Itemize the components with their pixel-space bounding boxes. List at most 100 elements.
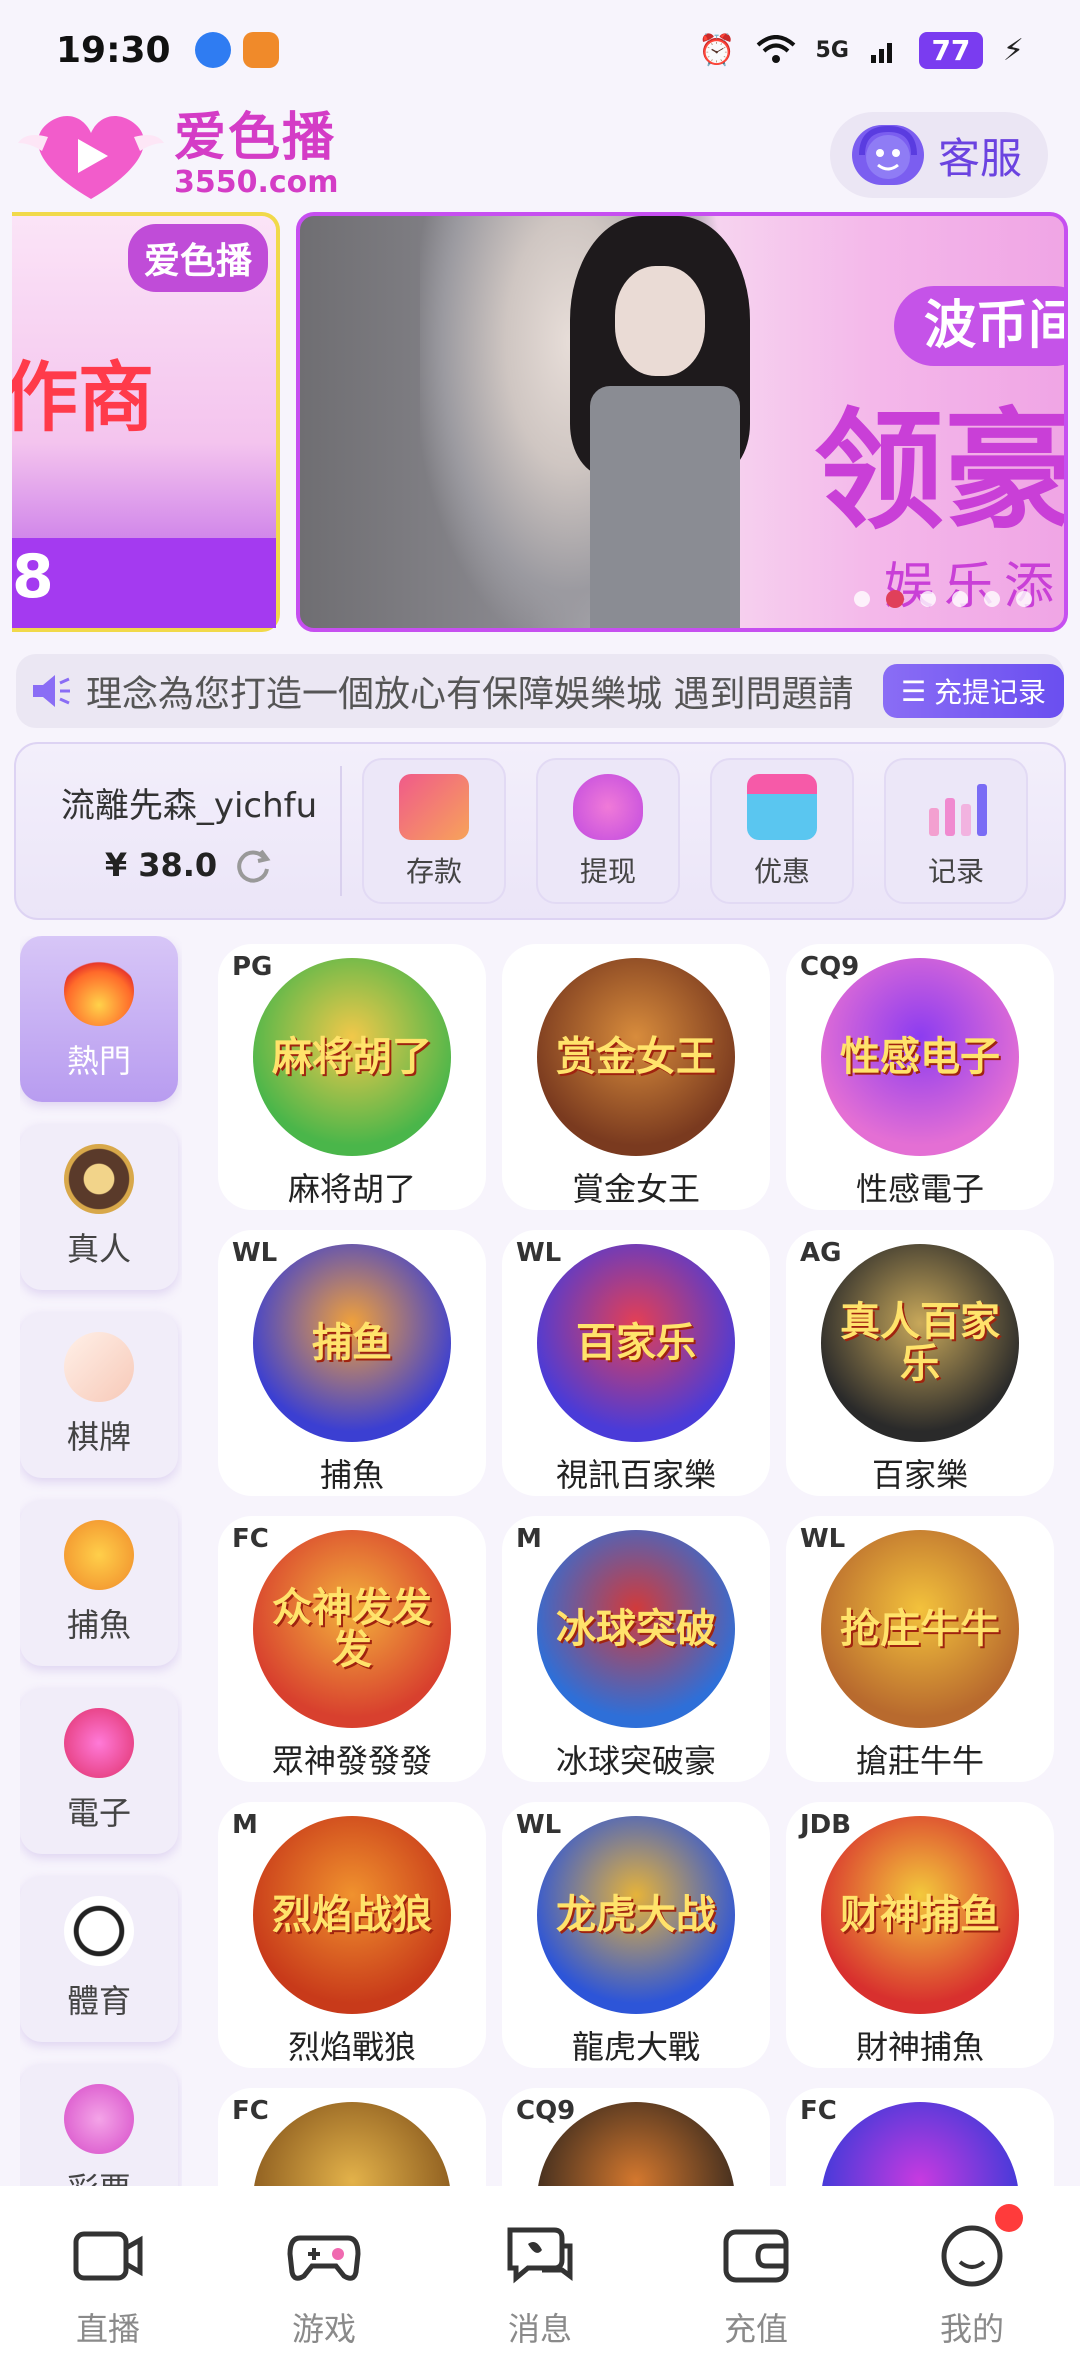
game-card[interactable]: FC 众神发发发 眾神發發發	[218, 1516, 486, 1782]
category-tab[interactable]: 真人	[20, 1124, 178, 1290]
nav-label: 游戏	[291, 2310, 356, 2348]
banner-photo-dress	[590, 386, 740, 628]
wallet-icon	[723, 2229, 789, 2283]
balance: ¥ 38.0	[104, 845, 218, 884]
carousel-dot[interactable]	[920, 591, 936, 607]
category-tab[interactable]: 棋牌	[20, 1312, 178, 1478]
card-icon	[399, 774, 469, 840]
banner-slide-current[interactable]: 波币间 领豪 娱乐添	[296, 212, 1068, 632]
deposit-withdraw-records-button[interactable]: ☰ 充提记录	[882, 664, 1064, 718]
refresh-icon[interactable]	[233, 845, 273, 885]
category-tab[interactable]: 捕魚	[20, 1500, 178, 1666]
game-category-sidebar: 熱門真人棋牌捕魚電子體育彩票	[20, 936, 182, 2186]
game-thumbnail: 龙虎大战	[537, 1816, 735, 2014]
game-card[interactable]: WL 捕鱼 捕魚	[218, 1230, 486, 1496]
game-thumbnail: 众神发发发	[253, 1530, 451, 1728]
game-card[interactable]: M 冰球突破冰球突破豪	[502, 1516, 770, 1782]
game-card[interactable]: WL 龙虎大战 龍虎大戰	[502, 1802, 770, 2068]
promotions-label: 优惠	[753, 855, 810, 888]
nav-label: 直播	[75, 2310, 140, 2348]
playing-card-icon	[64, 1332, 134, 1402]
status-time: 19:30	[56, 29, 171, 71]
game-card[interactable]: PG 麻将胡了 麻将胡了	[218, 944, 486, 1210]
game-thumbnail-title: 冰球突破	[556, 1606, 716, 1652]
provider-badge: CQ9	[800, 952, 860, 982]
provider-badge: CQ9	[516, 2096, 576, 2126]
announcement-bar[interactable]: 理念為您打造一個放心有保障娛樂城 遇到問題請 ☰ 充提记录	[16, 654, 1064, 728]
game-name: 搶莊牛牛	[855, 1742, 984, 1780]
game-card[interactable]: 赏金女王 賞金女王	[502, 944, 770, 1210]
game-card[interactable]: AG 真人百家乐 百家樂	[786, 1230, 1054, 1496]
game-card[interactable]: CQ9	[502, 2088, 770, 2186]
game-card[interactable]: WL 抢庄牛牛 搶莊牛牛	[786, 1516, 1054, 1782]
poker-chip-icon	[64, 1144, 134, 1214]
promotions-button[interactable]: 优惠	[710, 758, 854, 904]
deposit-button[interactable]: 存款	[362, 758, 506, 904]
video-app-icon	[242, 32, 279, 68]
banner-slide-previous[interactable]: 爱色播 作商 8	[12, 212, 280, 632]
account-actions: 存款 提现 优惠 记录	[362, 758, 1028, 904]
app-header: 爱色播 3550.com 客服	[0, 100, 1080, 210]
game-thumbnail-title: 性感电子	[840, 1034, 1000, 1080]
account-panel: 流離先森_yichfu ¥ 38.0 存款 提现 优惠 记录	[14, 742, 1066, 920]
carousel-dot[interactable]	[984, 591, 1000, 607]
category-tab[interactable]: 電子	[20, 1688, 178, 1854]
provider-badge: PG	[232, 952, 273, 982]
game-thumbnail: 赏金女王	[537, 958, 735, 1156]
game-thumbnail-title: 百家乐	[576, 1320, 696, 1366]
lottery-ball-icon	[64, 2084, 134, 2154]
game-name: 財神捕魚	[855, 2028, 984, 2066]
nav-item[interactable]: 消息	[465, 2220, 615, 2350]
banner-photo	[420, 216, 750, 628]
game-card[interactable]: WL 百家乐 視訊百家樂	[502, 1230, 770, 1496]
provider-badge: M	[516, 1524, 542, 1554]
carousel-dot[interactable]	[854, 591, 870, 607]
carousel-dot[interactable]	[1016, 591, 1032, 607]
bar-chart-icon	[929, 784, 987, 836]
game-grid: PG 麻将胡了 麻将胡了 赏金女王 賞金女王 CQ9 性感电子 性感電子 WL 捕鱼 捕魚 WL 百家乐…	[218, 944, 1068, 2186]
customer-service-button[interactable]: 客服	[829, 112, 1048, 198]
carousel-dot[interactable]	[886, 590, 904, 608]
nav-item[interactable]: 游戏	[249, 2220, 399, 2350]
records-button[interactable]: 记录	[884, 758, 1028, 904]
provider-badge: AG	[800, 1238, 842, 1268]
category-tab[interactable]: 體育	[20, 1876, 178, 2042]
nav-item[interactable]: 充值	[681, 2220, 831, 2350]
category-tab[interactable]: 彩票	[20, 2064, 178, 2186]
game-card[interactable]: JDB 财神捕鱼 財神捕魚	[786, 1802, 1054, 2068]
speaker-icon	[16, 654, 86, 728]
network-label: 5G	[815, 37, 849, 63]
withdraw-button[interactable]: 提现	[536, 758, 680, 904]
game-card[interactable]: M 烈焰战狼 烈焰戰狼	[218, 1802, 486, 2068]
game-thumbnail-title: 真人百家乐	[840, 1299, 1000, 1387]
game-thumbnail: 财神捕鱼	[821, 1816, 1019, 2014]
browser-app-icon	[194, 32, 231, 68]
promo-banner-carousel[interactable]: 爱色播 作商 8 波币间 领豪 娱乐添	[12, 212, 1068, 632]
provider-badge: FC	[232, 2096, 269, 2126]
game-thumbnail: 性感电子	[821, 958, 1019, 1156]
game-name: 冰球突破豪	[555, 1742, 716, 1780]
username: 流離先森_yichfu	[60, 785, 318, 826]
divider	[340, 766, 342, 896]
list-icon: ☰	[900, 674, 926, 708]
heart-play-logo-icon	[18, 116, 164, 199]
category-tab[interactable]: 熱門	[20, 936, 178, 1102]
chat-bubbles-icon	[507, 2227, 573, 2284]
game-thumbnail-title: 烈焰战狼	[272, 1892, 432, 1938]
game-thumbnail: 冰球突破	[537, 1530, 735, 1728]
headset-icon	[851, 125, 924, 185]
game-thumbnail	[821, 2102, 1019, 2186]
nav-label: 消息	[507, 2310, 572, 2348]
app-logo: 爱色播 3550.com	[16, 107, 339, 203]
banner-left-logo: 爱色播	[127, 224, 268, 292]
carousel-dot[interactable]	[952, 591, 968, 607]
deposit-label: 存款	[405, 855, 462, 888]
game-card[interactable]: FC	[218, 2088, 486, 2186]
game-card[interactable]: FC	[786, 2088, 1054, 2186]
nav-item[interactable]: 直播	[33, 2220, 183, 2350]
banner-left-text: 作商	[12, 353, 154, 442]
status-app-icons	[194, 32, 279, 68]
flame-icon	[64, 956, 134, 1026]
nav-item[interactable]: 我的	[897, 2204, 1047, 2350]
game-card[interactable]: CQ9 性感电子 性感電子	[786, 944, 1054, 1210]
